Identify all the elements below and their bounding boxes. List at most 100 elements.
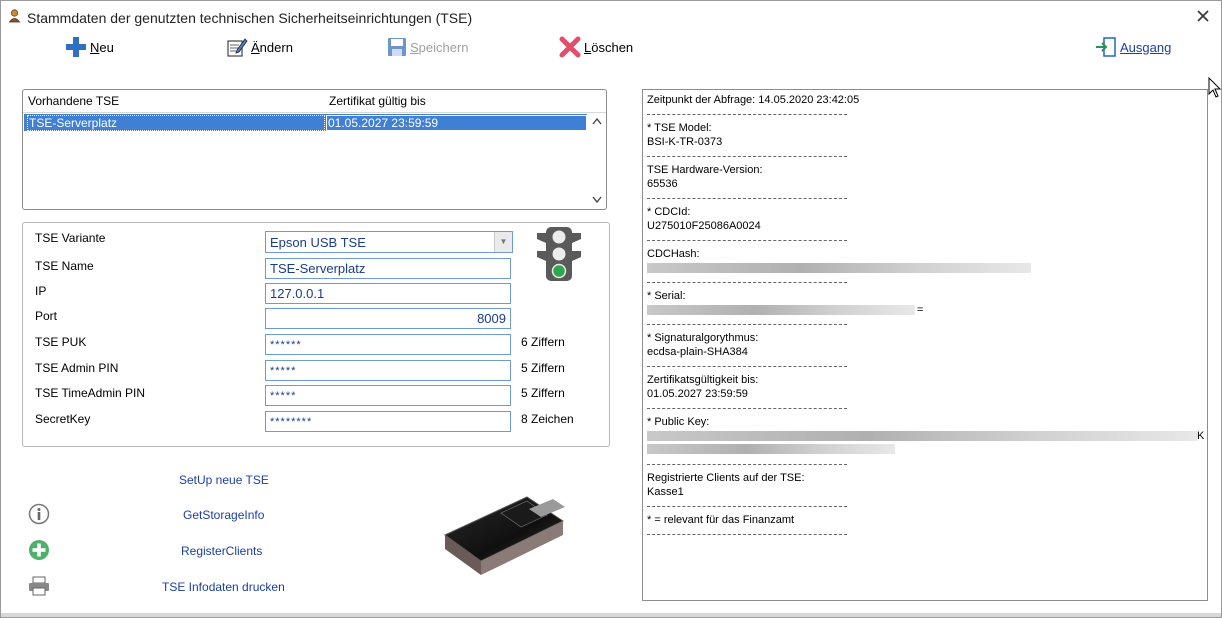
separator (647, 156, 847, 157)
edit-button-label: ndern (259, 39, 293, 55)
public-key-suffix: K (1197, 430, 1205, 442)
footnote: * = relevant für das Finanzamt (647, 514, 795, 526)
admin-pin-hint: 5 Ziffern (521, 361, 565, 375)
setup-new-tse-link[interactable]: SetUp neue TSE (179, 473, 269, 487)
ip-label: IP (35, 284, 47, 298)
row-valid-until: 01.05.2027 23:59:59 (328, 116, 439, 130)
print-tse-info-link[interactable]: TSE Infodaten drucken (162, 580, 285, 594)
list-scrollbar[interactable] (589, 114, 605, 208)
delete-icon (559, 36, 581, 58)
separator (647, 366, 847, 367)
serial-redacted (647, 305, 915, 315)
name-label: TSE Name (35, 259, 94, 273)
public-key-redacted-line1 (647, 431, 1197, 441)
delete-button[interactable]: Löschen (559, 35, 633, 59)
port-field[interactable]: 8009 (265, 308, 511, 329)
table-row[interactable]: TSE-Serverplatz 01.05.2027 23:59:59 (24, 114, 587, 131)
scroll-up-icon[interactable] (592, 117, 602, 125)
info-icon[interactable] (28, 503, 50, 525)
clients-value: Kasse1 (647, 486, 684, 498)
public-key-redacted-line2 (647, 444, 895, 454)
cdcid-label: * CDCId: (647, 206, 691, 218)
chevron-down-icon[interactable]: ▼ (494, 232, 512, 252)
port-label: Port (35, 309, 58, 323)
edit-button[interactable]: Ändern (226, 35, 293, 59)
printer-icon[interactable] (28, 576, 50, 596)
public-key-label: * Public Key: (647, 416, 710, 428)
tse-settings-form: TSE Variante Epson USB TSE ▼ TSE Name TS… (22, 222, 610, 447)
variant-select[interactable]: Epson USB TSE ▼ (265, 231, 513, 253)
add-circle-icon[interactable] (28, 539, 50, 561)
tse-name-field[interactable]: TSE-Serverplatz (265, 258, 511, 279)
admin-pin-label: TSE Admin PIN (35, 361, 119, 375)
save-icon (388, 38, 406, 56)
hw-version-value: 65536 (647, 178, 678, 190)
mouse-cursor-icon (1208, 77, 1222, 98)
separator (647, 324, 847, 325)
secretkey-hint: 8 Zeichen (521, 412, 574, 426)
puk-label: TSE PUK (35, 335, 87, 349)
separator (647, 506, 847, 507)
separator (647, 464, 847, 465)
timeadmin-pin-hint: 5 Ziffern (521, 386, 565, 400)
tse-master-data-window: Stammdaten der genutzten technischen Sic… (0, 0, 1222, 618)
scroll-down-icon[interactable] (592, 196, 602, 204)
separator (647, 282, 847, 283)
new-button-label: eu (99, 39, 114, 55)
app-icon (8, 9, 21, 23)
close-button[interactable] (1195, 7, 1211, 25)
model-label: * TSE Model: (647, 122, 712, 134)
exit-button-label: Ausgang (1120, 39, 1172, 55)
cdchash-redacted (647, 263, 1031, 273)
separator (647, 240, 847, 241)
window-title: Stammdaten der genutzten technischen Sic… (27, 10, 473, 26)
secretkey-label: SecretKey (35, 412, 91, 426)
variant-selected-value: Epson USB TSE (270, 235, 366, 250)
tse-list-header: Vorhandene TSE Zertifikat gültig bis (23, 90, 606, 113)
traffic-light-status-icon (537, 227, 581, 281)
edit-icon (227, 38, 248, 57)
cert-validity-value: 01.05.2027 23:59:59 (647, 388, 748, 400)
get-storage-info-link[interactable]: GetStorageInfo (183, 508, 264, 522)
separator (647, 534, 847, 535)
usb-tse-device-image (444, 496, 565, 575)
timeadmin-pin-label: TSE TimeAdmin PIN (35, 386, 146, 400)
save-button-label: peichern (418, 39, 469, 55)
clients-label: Registrierte Clients auf der TSE: (647, 472, 805, 484)
tse-info-panel: Zeitpunkt der Abfrage: 14.05.2020 23:42:… (642, 89, 1208, 601)
timeadmin-pin-field[interactable]: ***** (265, 385, 511, 406)
delete-button-label: öschen (591, 39, 634, 55)
cert-validity-label: Zertifikatsgültigkeit bis: (647, 374, 759, 386)
model-value: BSI-K-TR-0373 (647, 136, 723, 148)
plus-icon (66, 37, 86, 57)
column-header-valid-until[interactable]: Zertifikat gültig bis (329, 94, 426, 108)
separator (647, 408, 847, 409)
query-time: Zeitpunkt der Abfrage: 14.05.2020 23:42:… (647, 94, 860, 106)
save-button[interactable]: Speichern (387, 35, 469, 59)
puk-hint: 6 Ziffern (521, 335, 565, 349)
separator (647, 198, 847, 199)
admin-pin-field[interactable]: ***** (265, 360, 511, 381)
new-button-accel: N (90, 39, 100, 55)
serial-label: * Serial: (647, 290, 686, 302)
register-clients-link[interactable]: RegisterClients (181, 544, 262, 558)
tse-list: Vorhandene TSE Zertifikat gültig bis TSE… (22, 89, 607, 210)
puk-field[interactable]: ****** (265, 334, 511, 355)
column-header-tse[interactable]: Vorhandene TSE (28, 94, 119, 108)
signature-algo-label: * Signaturalgorythmus: (647, 332, 759, 344)
edit-button-accel: Ä (251, 39, 260, 55)
secretkey-field[interactable]: ******** (265, 411, 511, 432)
ip-field[interactable]: 127.0.0.1 (265, 283, 511, 304)
serial-suffix: = (917, 304, 924, 316)
exit-door-icon (1096, 37, 1116, 57)
window-bottom-edge (1, 613, 1221, 617)
row-tse-name: TSE-Serverplatz (29, 116, 118, 130)
signature-algo-value: ecdsa-plain-SHA384 (647, 346, 748, 358)
separator (647, 114, 847, 115)
hw-version-label: TSE Hardware-Version: (647, 164, 763, 176)
variant-label: TSE Variante (35, 231, 106, 245)
new-button[interactable]: Neu (65, 35, 114, 59)
title-bar: Stammdaten der genutzten technischen Sic… (1, 1, 1221, 31)
exit-button[interactable]: Ausgang (1095, 35, 1171, 59)
close-icon (1197, 10, 1209, 22)
